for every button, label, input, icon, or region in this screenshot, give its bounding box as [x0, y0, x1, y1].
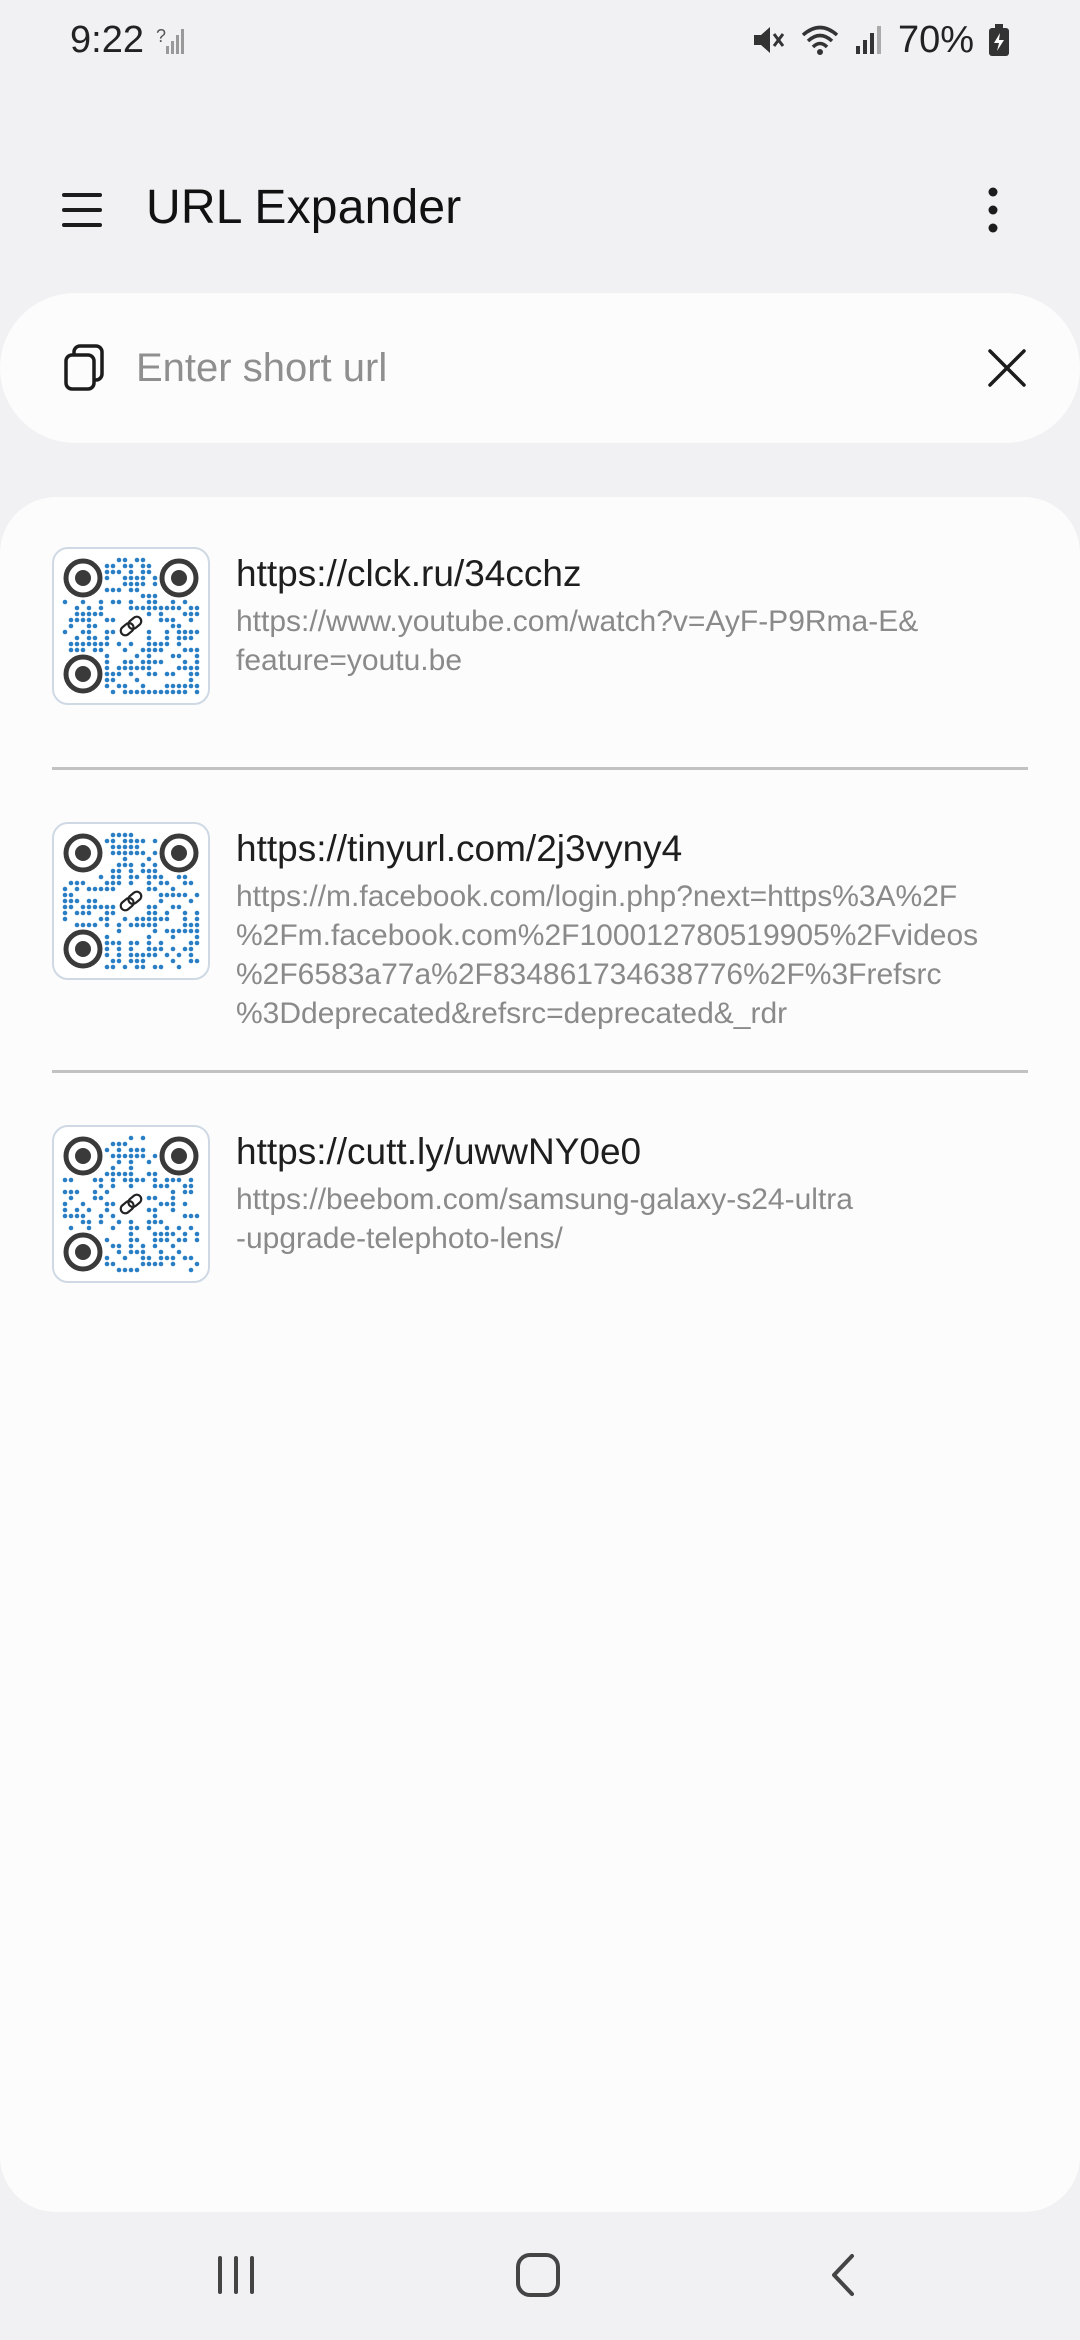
- long-url: https://beebom.com/samsung-galaxy-s24-ul…: [236, 1180, 1056, 1258]
- short-url: https://tinyurl.com/2j3vyny4: [236, 828, 683, 869]
- app-bar: URL Expander: [0, 160, 1080, 260]
- system-nav-bar: [0, 2212, 1080, 2340]
- long-url-line: https://beebom.com/samsung-galaxy-s24-ul…: [236, 1183, 853, 1216]
- close-icon[interactable]: [985, 346, 1029, 395]
- qr-code-image[interactable]: [52, 547, 210, 705]
- long-url-line: https://m.facebook.com/login.php?next=ht…: [236, 880, 958, 913]
- battery-percent: 70%: [897, 18, 974, 61]
- mute-icon: [750, 23, 786, 57]
- page-title: URL Expander: [146, 181, 462, 234]
- qr-code-icon: [62, 557, 200, 695]
- search-bar: [0, 293, 1080, 443]
- short-url-input[interactable]: [136, 333, 936, 403]
- status-time: 9:22: [70, 18, 144, 61]
- hamburger-menu-icon[interactable]: [60, 188, 106, 232]
- qr-code-icon: [62, 1135, 200, 1273]
- long-url-line: %3Ddeprecated&refsrc=deprecated&_rdr: [236, 997, 788, 1030]
- status-bar: 9:22 ? 70%: [0, 0, 1080, 80]
- qr-code-image[interactable]: [52, 1125, 210, 1283]
- list-item[interactable]: https://clck.ru/34cchz https://www.youtu…: [0, 547, 1080, 705]
- long-url: https://www.youtube.com/watch?v=AyF-P9Rm…: [236, 602, 1056, 680]
- long-url: https://m.facebook.com/login.php?next=ht…: [236, 877, 1056, 1033]
- more-vert-icon[interactable]: [980, 182, 1006, 238]
- long-url-line: feature=youtu.be: [236, 644, 463, 677]
- signal-icon: [854, 24, 884, 56]
- long-url-line: https://www.youtube.com/watch?v=AyF-P9Rm…: [236, 605, 919, 638]
- signal-no-sim-icon: ?: [156, 24, 186, 56]
- long-url-line: %2F6583a77a%2F834861734638776%2F%3Frefsr…: [236, 958, 942, 991]
- history-list: https://clck.ru/34cchz https://www.youtu…: [0, 497, 1080, 2212]
- recent-apps-icon[interactable]: [214, 2250, 258, 2305]
- list-item[interactable]: https://cutt.ly/uwwNY0e0 https://beebom.…: [0, 1125, 1080, 1285]
- back-icon[interactable]: [826, 2250, 862, 2305]
- home-icon[interactable]: [514, 2250, 564, 2305]
- divider: [52, 1070, 1028, 1073]
- divider: [52, 767, 1028, 770]
- long-url-line: -upgrade-telephoto-lens/: [236, 1222, 563, 1255]
- qr-code-icon: [62, 832, 200, 970]
- long-url-line: %2Fm.facebook.com%2F100012780519905%2Fvi…: [236, 919, 979, 952]
- short-url: https://cutt.ly/uwwNY0e0: [236, 1131, 642, 1172]
- paste-icon[interactable]: [62, 343, 108, 398]
- svg-text:?: ?: [156, 26, 166, 46]
- qr-code-image[interactable]: [52, 822, 210, 980]
- list-item[interactable]: https://tinyurl.com/2j3vyny4 https://m.f…: [0, 822, 1080, 1032]
- wifi-icon: [800, 23, 840, 57]
- battery-charging-icon: [988, 23, 1010, 57]
- short-url: https://clck.ru/34cchz: [236, 553, 582, 594]
